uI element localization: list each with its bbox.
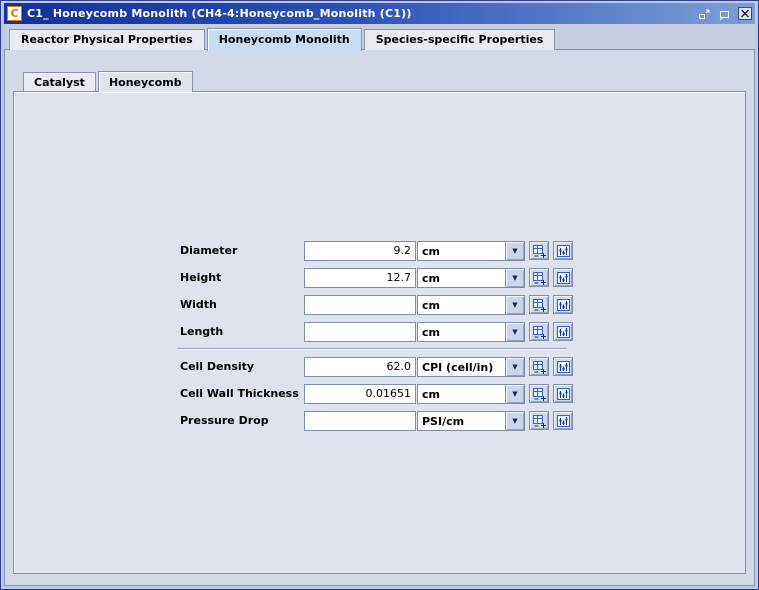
close-button[interactable] <box>736 6 753 21</box>
diameter-unit-select[interactable]: cm ▼ <box>417 240 525 261</box>
parameter-study-button[interactable] <box>529 241 549 260</box>
tab-reactor-physical-properties[interactable]: Reactor Physical Properties <box>9 29 205 50</box>
diameter-input[interactable] <box>304 240 416 261</box>
form-row-width: Width cm ▼ <box>180 294 745 315</box>
parameter-study-button[interactable] <box>529 411 549 430</box>
unit-value: cm <box>422 271 440 285</box>
cell-wall-thickness-input[interactable] <box>304 383 416 404</box>
table-plus-minus-icon <box>532 244 546 258</box>
parameter-study-button[interactable] <box>529 384 549 403</box>
dropdown-arrow-icon[interactable]: ▼ <box>505 295 524 314</box>
profile-button[interactable] <box>553 384 573 403</box>
unit-value: cm <box>422 325 440 339</box>
internal-frame-window: C C1_ Honeycomb Monolith (CH4-4:Honeycom… <box>0 0 759 590</box>
table-sliders-icon <box>556 298 570 311</box>
table-plus-minus-icon <box>532 271 546 285</box>
table-sliders-icon <box>556 360 570 373</box>
width-unit-select[interactable]: cm ▼ <box>417 294 525 315</box>
field-label: Pressure Drop <box>180 414 269 427</box>
cell-density-input[interactable] <box>304 356 416 377</box>
outer-tab-bar: Reactor Physical Properties Honeycomb Mo… <box>4 24 755 51</box>
parameter-study-button[interactable] <box>529 322 549 341</box>
parameter-study-button[interactable] <box>529 295 549 314</box>
minimize-button[interactable] <box>696 6 713 21</box>
parameter-study-button[interactable] <box>529 268 549 287</box>
table-sliders-icon <box>556 271 570 284</box>
unit-value: cm <box>422 244 440 258</box>
profile-button[interactable] <box>553 241 573 260</box>
dropdown-arrow-icon[interactable]: ▼ <box>505 411 524 430</box>
maximize-button[interactable] <box>716 6 733 21</box>
pressure-drop-input[interactable] <box>304 410 416 431</box>
field-label: Length <box>180 325 224 338</box>
minimize-icon <box>699 9 710 19</box>
tab-honeycomb-monolith[interactable]: Honeycomb Monolith <box>206 28 362 51</box>
field-label: Cell Wall Thickness <box>180 387 299 400</box>
dropdown-arrow-icon[interactable]: ▼ <box>505 357 524 376</box>
unit-value: CPI (cell/in) <box>422 360 494 374</box>
field-label: Diameter <box>180 244 238 257</box>
table-sliders-icon <box>556 387 570 400</box>
profile-button[interactable] <box>553 295 573 314</box>
field-label: Height <box>180 271 222 284</box>
length-unit-select[interactable]: cm ▼ <box>417 321 525 342</box>
unit-value: PSI/cm <box>422 414 465 428</box>
table-plus-minus-icon <box>532 325 546 339</box>
width-input[interactable] <box>304 294 416 315</box>
titlebar[interactable]: C C1_ Honeycomb Monolith (CH4-4:Honeycom… <box>4 3 755 24</box>
profile-button[interactable] <box>553 322 573 341</box>
table-plus-minus-icon <box>532 360 546 374</box>
dropdown-arrow-icon[interactable]: ▼ <box>505 384 524 403</box>
dropdown-arrow-icon[interactable]: ▼ <box>505 322 524 341</box>
form-row-diameter: Diameter cm ▼ <box>180 240 745 261</box>
maximize-icon <box>719 10 729 20</box>
table-plus-minus-icon <box>532 298 546 312</box>
honeycomb-form-panel: Diameter cm ▼ <box>13 91 746 574</box>
cell-density-unit-select[interactable]: CPI (cell/in) ▼ <box>417 356 525 377</box>
tab-catalyst[interactable]: Catalyst <box>23 72 96 91</box>
window-title: C1_ Honeycomb Monolith (CH4-4:Honeycomb_… <box>27 7 412 20</box>
close-icon <box>737 7 752 20</box>
length-input[interactable] <box>304 321 416 342</box>
tab-honeycomb[interactable]: Honeycomb <box>97 71 193 92</box>
dropdown-arrow-icon[interactable]: ▼ <box>505 241 524 260</box>
field-label: Cell Density <box>180 360 255 373</box>
form-row-length: Length cm ▼ <box>180 321 745 342</box>
pressure-drop-unit-select[interactable]: PSI/cm ▼ <box>417 410 525 431</box>
table-sliders-icon <box>556 244 570 257</box>
form-row-cell-density: Cell Density CPI (cell/in) ▼ <box>180 356 745 377</box>
unit-value: cm <box>422 298 440 312</box>
profile-button[interactable] <box>553 411 573 430</box>
parameter-study-button[interactable] <box>529 357 549 376</box>
field-label: Width <box>180 298 217 311</box>
height-input[interactable] <box>304 267 416 288</box>
app-icon: C <box>7 6 22 21</box>
form-row-cell-wall-thickness: Cell Wall Thickness cm ▼ <box>180 383 745 404</box>
cell-wall-thickness-unit-select[interactable]: cm ▼ <box>417 383 525 404</box>
form-row-height: Height cm ▼ <box>180 267 745 288</box>
form-separator <box>177 348 567 350</box>
table-plus-minus-icon <box>532 414 546 428</box>
height-unit-select[interactable]: cm ▼ <box>417 267 525 288</box>
form-row-pressure-drop: Pressure Drop PSI/cm ▼ <box>180 410 745 431</box>
profile-button[interactable] <box>553 268 573 287</box>
window-controls <box>696 6 753 21</box>
unit-value: cm <box>422 387 440 401</box>
honeycomb-monolith-pane: Catalyst Honeycomb Diameter cm ▼ <box>4 50 755 586</box>
table-plus-minus-icon <box>532 387 546 401</box>
dropdown-arrow-icon[interactable]: ▼ <box>505 268 524 287</box>
inner-tab-bar: Catalyst Honeycomb <box>13 70 746 92</box>
profile-button[interactable] <box>553 357 573 376</box>
table-sliders-icon <box>556 325 570 338</box>
table-sliders-icon <box>556 414 570 427</box>
tab-species-specific-properties[interactable]: Species-specific Properties <box>363 29 556 50</box>
